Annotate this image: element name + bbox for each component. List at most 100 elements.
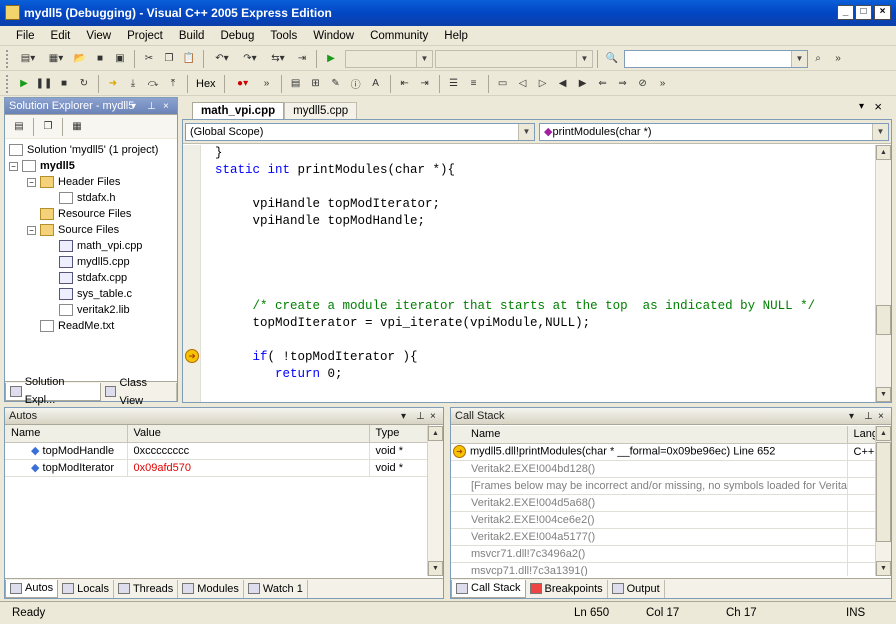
- tab-class-view[interactable]: Class View: [101, 377, 177, 407]
- properties-icon[interactable]: ✎: [327, 75, 345, 93]
- table-row[interactable]: msvcr71.dll!7c3496a2(): [451, 545, 875, 563]
- scope-combo[interactable]: (Global Scope) ▼: [185, 123, 535, 141]
- tree-item-stdafx-h[interactable]: stdafx.h: [9, 190, 177, 206]
- code-line[interactable]: return 0;: [215, 366, 873, 383]
- step-out-icon[interactable]: ⤒: [164, 75, 182, 93]
- code-line[interactable]: }: [215, 145, 873, 162]
- stop-debugging-icon[interactable]: ■: [55, 75, 73, 93]
- find-in-files-icon[interactable]: 🔍: [603, 50, 621, 68]
- pin-icon[interactable]: ⊥: [864, 408, 873, 425]
- menu-file[interactable]: File: [8, 30, 43, 42]
- collapse-icon[interactable]: −: [27, 177, 36, 187]
- new-project-icon[interactable]: ▤▾: [15, 50, 41, 68]
- maximize-button[interactable]: □: [855, 5, 872, 20]
- tab-breakpoints[interactable]: Breakpoints: [526, 579, 608, 598]
- table-row[interactable]: Veritak2.EXE!004a5177(): [451, 528, 875, 546]
- continue-icon[interactable]: ▶: [322, 50, 340, 68]
- find-icon[interactable]: ⌕: [809, 50, 827, 68]
- column-name[interactable]: Name: [5, 425, 128, 443]
- menu-tools[interactable]: Tools: [262, 30, 305, 42]
- table-row[interactable]: msvcp71.dll!7c3a1391(): [451, 562, 875, 576]
- tree-item-source-files[interactable]: − Source Files: [9, 222, 177, 238]
- find-combo[interactable]: ▼: [624, 49, 808, 68]
- pin-icon[interactable]: ⊥: [416, 408, 425, 425]
- tab-autos[interactable]: Autos: [5, 579, 59, 598]
- menu-community[interactable]: Community: [362, 30, 436, 42]
- scroll-down-icon[interactable]: ▼: [876, 387, 891, 402]
- hex-button[interactable]: Hex: [192, 78, 220, 90]
- toolbar-grip[interactable]: [6, 49, 10, 68]
- tree-item-resource-files[interactable]: Resource Files: [9, 206, 177, 222]
- copy-icon[interactable]: ❐: [160, 50, 178, 68]
- scroll-up-icon[interactable]: ▲: [876, 145, 891, 160]
- tab-locals[interactable]: Locals: [58, 579, 114, 598]
- scroll-up-icon[interactable]: ▲: [876, 426, 891, 441]
- save-icon[interactable]: ■: [91, 50, 109, 68]
- step-over-icon[interactable]: ⤼: [144, 75, 162, 93]
- tab-output[interactable]: Output: [608, 579, 665, 598]
- properties-icon[interactable]: ▤: [10, 118, 28, 136]
- tab-modules[interactable]: Modules: [178, 579, 244, 598]
- tree-item-source[interactable]: sys_table.c: [9, 286, 177, 302]
- decrease-indent-icon[interactable]: ⇤: [396, 75, 414, 93]
- clear-bookmarks-icon[interactable]: ⊘: [634, 75, 652, 93]
- next-bookmark-doc-icon[interactable]: ⇒: [614, 75, 632, 93]
- menu-window[interactable]: Window: [305, 30, 362, 42]
- close-icon[interactable]: ×: [430, 408, 436, 425]
- table-row[interactable]: [Frames below may be incorrect and/or mi…: [451, 477, 875, 495]
- show-all-files-icon[interactable]: ❐: [39, 118, 57, 136]
- breakpoints-window-icon[interactable]: ●▾: [230, 75, 256, 93]
- table-row[interactable]: Veritak2.EXE!004ce6e2(): [451, 511, 875, 529]
- tab-mydll5-cpp[interactable]: mydll5.cpp: [284, 102, 358, 119]
- configuration-combo[interactable]: ▼: [345, 49, 433, 68]
- tab-threads[interactable]: Threads: [114, 579, 179, 598]
- code-line[interactable]: [215, 264, 873, 281]
- complete-word-icon[interactable]: A: [367, 75, 385, 93]
- table-row[interactable]: ◆ topModIterator 0x09afd570 void *: [5, 459, 429, 477]
- menu-project[interactable]: Project: [119, 30, 171, 42]
- code-line[interactable]: [215, 281, 873, 298]
- platform-combo[interactable]: ▼: [435, 49, 593, 68]
- close-icon[interactable]: ×: [878, 408, 884, 425]
- menu-debug[interactable]: Debug: [212, 30, 262, 42]
- scroll-down-icon[interactable]: ▼: [428, 561, 443, 576]
- chevron-down-icon[interactable]: ▾: [131, 98, 136, 115]
- navigate-forward-icon[interactable]: ⇥: [293, 50, 311, 68]
- code-line[interactable]: vpiHandle topModHandle;: [215, 213, 873, 230]
- call-stack-vertical-scrollbar[interactable]: ▲ ▼: [875, 426, 891, 576]
- menu-build[interactable]: Build: [171, 30, 213, 42]
- pin-icon[interactable]: ⊥: [147, 98, 156, 115]
- collapse-icon[interactable]: −: [27, 225, 36, 235]
- class-view-icon[interactable]: ▤: [287, 75, 305, 93]
- prev-bookmark-icon[interactable]: ◁: [514, 75, 532, 93]
- toolbar-grip[interactable]: [6, 74, 10, 93]
- table-row[interactable]: Veritak2.EXE!004bd128(): [451, 460, 875, 478]
- chevron-down-icon[interactable]: ▾: [401, 408, 406, 425]
- show-next-statement-icon[interactable]: ➜: [104, 75, 122, 93]
- scroll-up-icon[interactable]: ▲: [428, 426, 443, 441]
- tree-item-source[interactable]: veritak2.lib: [9, 302, 177, 318]
- close-icon[interactable]: ×: [163, 98, 169, 115]
- code-line[interactable]: [215, 332, 873, 349]
- column-name[interactable]: Name: [451, 426, 848, 444]
- function-combo[interactable]: ◆printModules(char *) ▼: [539, 123, 889, 141]
- increase-indent-icon[interactable]: ⇥: [416, 75, 434, 93]
- toggle-bookmark-icon[interactable]: ▭: [494, 75, 512, 93]
- code-line[interactable]: [215, 230, 873, 247]
- cut-icon[interactable]: ✂: [140, 50, 158, 68]
- redo-icon[interactable]: ↷▾: [237, 50, 263, 68]
- code-line[interactable]: vpiHandle topModIterator;: [215, 196, 873, 213]
- tree-item-project[interactable]: − mydll5: [9, 158, 177, 174]
- break-all-icon[interactable]: ❚❚: [35, 75, 53, 93]
- code-editor[interactable]: } static int printModules(char *){ vpiHan…: [203, 145, 873, 402]
- toolbar-options-icon[interactable]: »: [258, 75, 276, 93]
- column-type[interactable]: Type: [369, 425, 429, 443]
- add-item-icon[interactable]: ▦▾: [43, 50, 69, 68]
- continue-icon[interactable]: ▶: [15, 75, 33, 93]
- close-icon[interactable]: ×: [874, 99, 882, 114]
- value-cell[interactable]: 0x09afd570: [127, 459, 370, 477]
- tree-item-readme[interactable]: ReadMe.txt: [9, 318, 177, 334]
- active-files-icon[interactable]: ▾: [859, 101, 864, 112]
- column-value[interactable]: Value: [127, 425, 370, 443]
- autos-vertical-scrollbar[interactable]: ▲ ▼: [427, 426, 443, 576]
